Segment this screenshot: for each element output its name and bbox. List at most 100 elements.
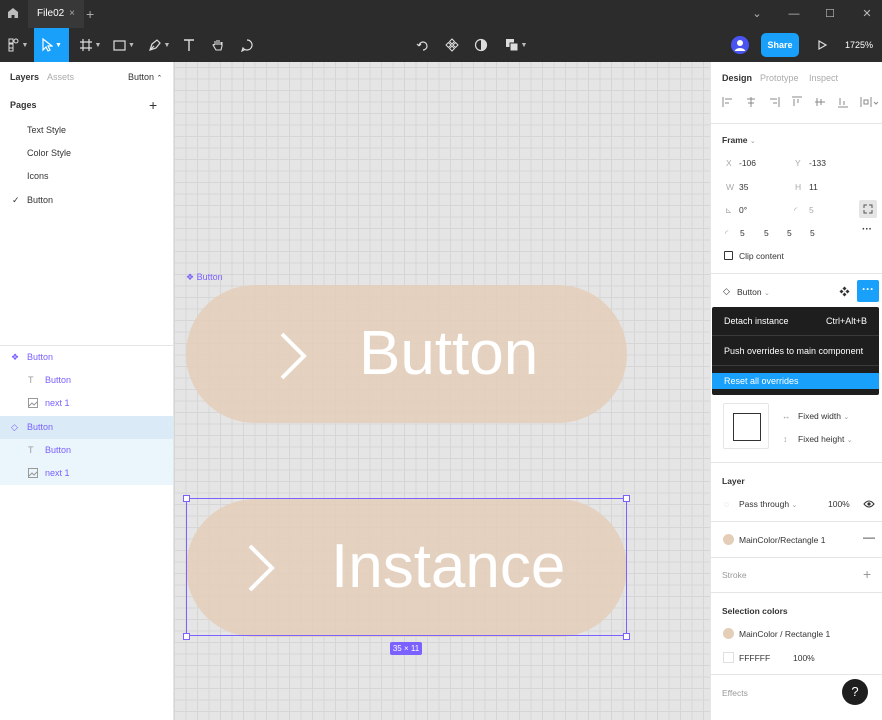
instance-selector[interactable]: Button ⌄	[737, 287, 770, 297]
align-left-icon[interactable]	[722, 96, 734, 108]
constraints-box[interactable]	[733, 413, 761, 441]
resize-handle[interactable]	[183, 633, 190, 640]
boolean-button[interactable]: ▼	[503, 28, 529, 62]
share-button[interactable]: Share	[761, 33, 799, 57]
page-item-text-style[interactable]: Text Style	[27, 125, 66, 135]
selection-color-name[interactable]: MainColor / Rectangle 1	[739, 629, 830, 639]
add-page-icon[interactable]: +	[149, 97, 157, 113]
layer-row[interactable]: next 1	[0, 462, 173, 485]
remove-fill-icon[interactable]: —	[863, 530, 875, 544]
corner-icon: ◜	[725, 228, 729, 238]
corner-radius-input[interactable]: 5	[809, 205, 814, 215]
clip-content-checkbox[interactable]	[724, 251, 733, 260]
corner-input-br[interactable]: 5	[787, 228, 792, 238]
menu-item-detach-instance[interactable]: Detach instance Ctrl+Alt+B	[712, 313, 879, 329]
h-input[interactable]: 11	[809, 182, 818, 192]
horizontal-resize-icon: ↔	[782, 411, 791, 421]
main-menu-button[interactable]: ▼	[4, 28, 32, 62]
blend-mode-select[interactable]: Pass through ⌄	[739, 499, 797, 509]
layer-row[interactable]: ❖ Button	[0, 346, 173, 369]
maximize-icon[interactable]: ☐	[820, 0, 840, 28]
tab-prototype[interactable]: Prototype	[760, 73, 799, 83]
menu-item-reset-overrides[interactable]: Reset all overrides	[712, 373, 879, 389]
frame-tool-button[interactable]: ▼	[76, 28, 104, 62]
x-input[interactable]: -106	[739, 158, 756, 168]
tab-inspect[interactable]: Inspect	[809, 73, 838, 83]
layer-row[interactable]: T Button	[0, 439, 173, 462]
fill-style-name[interactable]: MainColor/Rectangle 1	[739, 535, 825, 545]
w-input[interactable]: 35	[739, 182, 748, 192]
component-button[interactable]	[443, 28, 461, 62]
eye-icon[interactable]	[863, 499, 875, 509]
page-selector[interactable]: Button ⌃	[128, 72, 162, 82]
shape-tool-button[interactable]: ▼	[110, 28, 138, 62]
minimize-icon[interactable]: —	[784, 0, 804, 28]
opacity-input[interactable]: 100%	[828, 499, 850, 509]
layer-label: Button	[27, 352, 54, 362]
rotation-input[interactable]: 0°	[739, 205, 747, 215]
corner-input-tr[interactable]: 5	[764, 228, 769, 238]
add-stroke-icon[interactable]: +	[863, 566, 871, 582]
align-bottom-icon[interactable]	[837, 96, 849, 108]
move-tool-button[interactable]: ▼	[34, 28, 69, 62]
selection-color-opacity[interactable]: 100%	[793, 653, 815, 663]
tab-design[interactable]: Design	[722, 73, 752, 83]
height-mode-select[interactable]: Fixed height ⌄	[798, 434, 853, 444]
selection-box[interactable]	[186, 498, 627, 636]
detach-label: Detach instance	[724, 316, 789, 326]
selection-color-swatch[interactable]	[723, 628, 734, 639]
close-window-icon[interactable]: ✕	[857, 0, 877, 28]
page-item-button[interactable]: Button	[27, 195, 53, 205]
chevron-down-icon[interactable]: ⌄	[747, 0, 767, 28]
pen-tool-button[interactable]: ▼	[145, 28, 173, 62]
more-icon[interactable]: ···	[862, 224, 872, 235]
distribute-icon[interactable]	[860, 96, 878, 108]
hand-icon	[212, 40, 223, 51]
home-icon[interactable]	[6, 6, 22, 22]
edit-object-button[interactable]	[414, 28, 432, 62]
mask-button[interactable]	[472, 28, 490, 62]
instance-icon: ◇	[723, 286, 730, 296]
tab-layers[interactable]: Layers	[10, 72, 39, 82]
file-tab[interactable]: File02 ×	[28, 0, 84, 28]
resize-handle[interactable]	[623, 633, 630, 640]
rectangle-icon	[113, 39, 126, 51]
text-tool-button[interactable]	[180, 28, 198, 62]
avatar[interactable]	[731, 36, 749, 54]
align-center-h-icon[interactable]	[745, 96, 757, 108]
align-top-icon[interactable]	[791, 96, 803, 108]
layer-row[interactable]: T Button	[0, 369, 173, 392]
page-item-icons[interactable]: Icons	[27, 171, 49, 181]
corner-input-tl[interactable]: 5	[740, 228, 745, 238]
independent-corners-button[interactable]	[859, 200, 877, 218]
selection-color-hex[interactable]: FFFFFF	[739, 653, 770, 663]
frame-header[interactable]: Frame ⌄	[722, 135, 756, 145]
zoom-level[interactable]: 1725% ▼	[845, 28, 882, 84]
layer-row-selected[interactable]: ◇ Button	[0, 416, 173, 439]
resize-handle[interactable]	[183, 495, 190, 502]
width-mode-select[interactable]: Fixed width ⌄	[798, 411, 849, 421]
y-input[interactable]: -133	[809, 158, 826, 168]
page-item-color-style[interactable]: Color Style	[27, 148, 71, 158]
tab-assets[interactable]: Assets	[47, 72, 74, 82]
instance-options-button[interactable]: ···	[857, 280, 879, 302]
corner-input-bl[interactable]: 5	[810, 228, 815, 238]
menu-item-push-overrides[interactable]: Push overrides to main component	[712, 343, 879, 359]
component-frame-label[interactable]: ❖ Button	[186, 272, 223, 283]
close-tab-icon[interactable]: ×	[69, 0, 75, 28]
go-to-main-component-icon[interactable]	[839, 286, 850, 297]
new-tab-icon[interactable]: +	[86, 0, 94, 28]
canvas[interactable]: ❖ Button Button Instance 35 × 11	[174, 62, 710, 720]
text-icon: T	[28, 445, 34, 455]
constraints-widget[interactable]	[723, 403, 769, 449]
align-center-v-icon[interactable]	[814, 96, 826, 108]
resize-handle[interactable]	[623, 495, 630, 502]
layer-row[interactable]: next 1	[0, 392, 173, 415]
comment-tool-button[interactable]	[238, 28, 256, 62]
present-button[interactable]	[813, 28, 831, 62]
white-swatch[interactable]	[723, 652, 734, 663]
help-button[interactable]: ?	[842, 679, 868, 705]
hand-tool-button[interactable]	[209, 28, 227, 62]
align-right-icon[interactable]	[768, 96, 780, 108]
fill-swatch[interactable]	[723, 534, 734, 545]
